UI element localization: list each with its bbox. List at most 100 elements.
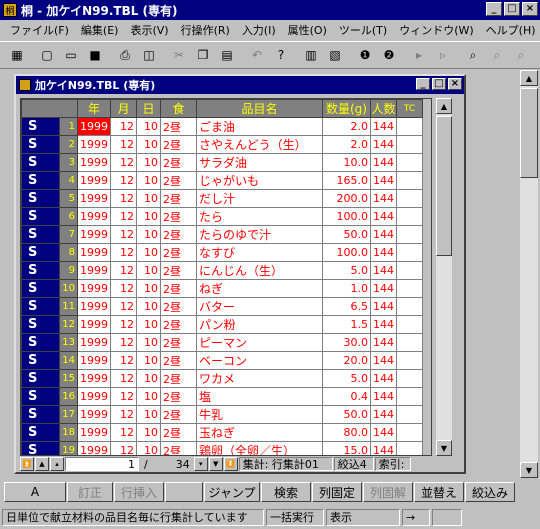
row-number[interactable]: 17: [59, 405, 78, 424]
cell-item[interactable]: 鶏卵（全卵／生）: [196, 441, 323, 455]
cell-people[interactable]: 144: [370, 405, 397, 424]
col-header-day[interactable]: 日: [136, 99, 161, 118]
cell-qty[interactable]: 1.5: [322, 315, 371, 334]
cell-tc[interactable]: [396, 297, 423, 316]
next-page-icon[interactable]: ▼: [208, 457, 223, 471]
undo-icon[interactable]: ↶: [246, 44, 268, 66]
fkey-unfreeze-column[interactable]: 列固解: [363, 482, 413, 502]
cell-item[interactable]: ねぎ: [196, 279, 323, 298]
cell-item[interactable]: にんじん（生）: [196, 261, 323, 280]
row-number[interactable]: 1: [59, 117, 78, 136]
current-row-field[interactable]: 1: [65, 457, 139, 471]
cell-item[interactable]: たら: [196, 207, 323, 226]
outer-scroll-up-icon[interactable]: ▲: [520, 70, 538, 86]
cell-year[interactable]: 1999: [77, 135, 111, 154]
grid-icon[interactable]: ▥: [300, 44, 322, 66]
cell-people[interactable]: 144: [370, 117, 397, 136]
cell-people[interactable]: 144: [370, 369, 397, 388]
fkey-a[interactable]: A: [4, 482, 66, 502]
row-number[interactable]: 18: [59, 423, 78, 442]
row-number[interactable]: 13: [59, 333, 78, 352]
cell-year[interactable]: 1999: [77, 207, 111, 226]
cell-item[interactable]: 牛乳: [196, 405, 323, 424]
row-number[interactable]: 4: [59, 171, 78, 190]
cell-year[interactable]: 1999: [77, 297, 111, 316]
menu-row[interactable]: 行操作(R): [175, 22, 236, 38]
table-icon[interactable]: ▦: [6, 44, 28, 66]
cell-month[interactable]: 12: [110, 261, 137, 280]
fkey-insert-row[interactable]: 行挿入: [114, 482, 164, 502]
new-file-icon[interactable]: ▢: [36, 44, 58, 66]
row-number[interactable]: 15: [59, 369, 78, 388]
menu-help[interactable]: ヘルプ(H): [480, 22, 540, 38]
cell-people[interactable]: 144: [370, 261, 397, 280]
table-row[interactable]: S 1 1999 12 10 2昼 ごま油 2.0 144: [21, 117, 423, 136]
next-record-icon[interactable]: ▾: [193, 457, 208, 471]
scroll-up-icon[interactable]: ▲: [436, 98, 452, 114]
row-number[interactable]: 12: [59, 315, 78, 334]
menu-edit[interactable]: 編集(E): [75, 22, 125, 38]
menu-view[interactable]: 表示(V): [124, 22, 174, 38]
cell-day[interactable]: 10: [136, 423, 161, 442]
cell-year[interactable]: 1999: [77, 279, 111, 298]
cell-meal[interactable]: 2昼: [160, 243, 197, 262]
cell-people[interactable]: 144: [370, 297, 397, 316]
row-marker[interactable]: S: [21, 189, 60, 208]
cell-meal[interactable]: 2昼: [160, 207, 197, 226]
menu-attribute[interactable]: 属性(O): [282, 22, 333, 38]
row-number[interactable]: 11: [59, 297, 78, 316]
cell-year[interactable]: 1999: [77, 189, 111, 208]
cell-year[interactable]: 1999: [77, 171, 111, 190]
cell-year[interactable]: 1999: [77, 225, 111, 244]
table-row[interactable]: S 15 1999 12 10 2昼 ワカメ 5.0 144: [21, 369, 423, 388]
cell-tc[interactable]: [396, 207, 423, 226]
row-number[interactable]: 8: [59, 243, 78, 262]
first-record-icon[interactable]: ⏫: [20, 457, 34, 471]
row-number[interactable]: 10: [59, 279, 78, 298]
cell-year[interactable]: 1999: [77, 315, 111, 334]
cell-item[interactable]: 玉ねぎ: [196, 423, 323, 442]
cell-item[interactable]: じゃがいも: [196, 171, 323, 190]
row-number[interactable]: 9: [59, 261, 78, 280]
cell-item[interactable]: ごま油: [196, 117, 323, 136]
row-number[interactable]: 6: [59, 207, 78, 226]
cell-day[interactable]: 10: [136, 315, 161, 334]
next-1-icon[interactable]: ▸: [408, 44, 430, 66]
cell-year[interactable]: 1999: [77, 153, 111, 172]
cell-tc[interactable]: [396, 351, 423, 370]
open-folder-icon[interactable]: ▭: [60, 44, 82, 66]
cell-qty[interactable]: 10.0: [322, 153, 371, 172]
cell-qty[interactable]: 80.0: [322, 423, 371, 442]
cell-month[interactable]: 12: [110, 153, 137, 172]
cell-meal[interactable]: 2昼: [160, 279, 197, 298]
last-record-icon[interactable]: ⏬: [223, 457, 238, 471]
cell-month[interactable]: 12: [110, 117, 137, 136]
table-row[interactable]: S 19 1999 12 10 2昼 鶏卵（全卵／生） 15.0 144: [21, 441, 423, 455]
cell-day[interactable]: 10: [136, 207, 161, 226]
table-row[interactable]: S 13 1999 12 10 2昼 ピーマン 30.0 144: [21, 333, 423, 352]
cell-people[interactable]: 144: [370, 315, 397, 334]
cell-item[interactable]: たらのゆで汁: [196, 225, 323, 244]
cell-qty[interactable]: 100.0: [322, 243, 371, 262]
view2-icon[interactable]: ❷: [378, 44, 400, 66]
table-row[interactable]: S 3 1999 12 10 2昼 サラダ油 10.0 144: [21, 153, 423, 172]
table-row[interactable]: S 7 1999 12 10 2昼 たらのゆで汁 50.0 144: [21, 225, 423, 244]
cell-day[interactable]: 10: [136, 405, 161, 424]
corner-cell[interactable]: [21, 99, 78, 118]
fkey-edit[interactable]: 訂正: [67, 482, 113, 502]
cell-tc[interactable]: [396, 153, 423, 172]
row-marker[interactable]: S: [21, 261, 60, 280]
table-row[interactable]: S 9 1999 12 10 2昼 にんじん（生） 5.0 144: [21, 261, 423, 280]
maximize-icon[interactable]: □: [504, 2, 520, 16]
row-marker[interactable]: S: [21, 315, 60, 334]
cell-people[interactable]: 144: [370, 207, 397, 226]
cell-month[interactable]: 12: [110, 207, 137, 226]
outer-scroll-thumb[interactable]: [520, 88, 538, 178]
cell-qty[interactable]: 5.0: [322, 369, 371, 388]
cell-qty[interactable]: 0.4: [322, 387, 371, 406]
cell-month[interactable]: 12: [110, 243, 137, 262]
cell-meal[interactable]: 2昼: [160, 441, 197, 455]
cell-item[interactable]: だし汁: [196, 189, 323, 208]
cell-people[interactable]: 144: [370, 243, 397, 262]
form-icon[interactable]: ▧: [324, 44, 346, 66]
